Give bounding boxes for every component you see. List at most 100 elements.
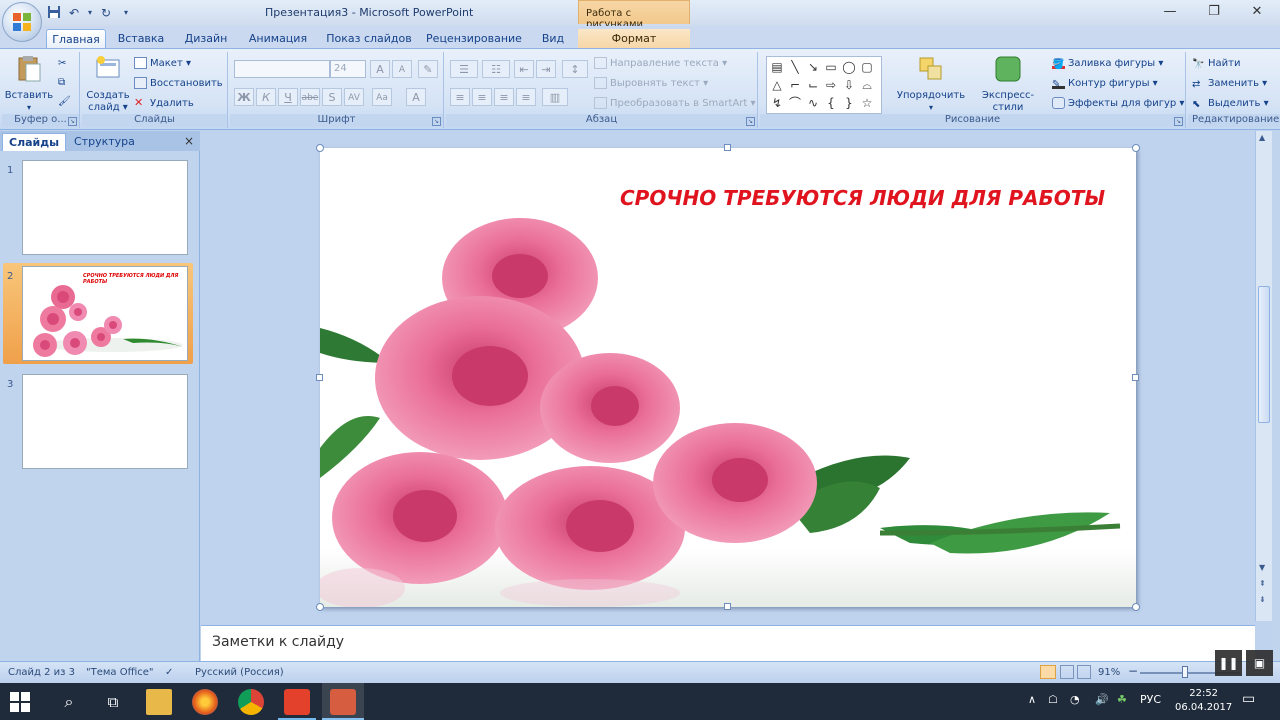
save-icon[interactable] (46, 5, 62, 21)
bullets-button[interactable]: ☰ (450, 60, 478, 78)
elbow-shape-icon[interactable]: ⌙ (805, 77, 821, 93)
reset-button[interactable]: Восстановить (134, 76, 223, 92)
line-spacing-button[interactable]: ↕ (562, 60, 588, 78)
decrease-indent-button[interactable]: ⇤ (514, 60, 534, 78)
undo-icon[interactable]: ↶ (66, 5, 82, 21)
shape-effects-button[interactable]: Эффекты для фигур ▾ (1052, 96, 1184, 112)
shapes-gallery[interactable]: ▤ ╲ ↘ ▭ ◯ ▢ △ ⌐ ⌙ ⇨ ⇩ ⌓ ↯ ⌒ ∿ { } ☆ (766, 56, 882, 114)
tab-insert[interactable]: Вставка (112, 29, 170, 48)
slide-thumbnail-3[interactable] (22, 374, 188, 469)
wifi-icon[interactable]: ◔ (1070, 693, 1080, 706)
bold-button[interactable]: Ж (234, 88, 254, 106)
clipboard-launcher[interactable]: ↘ (68, 117, 77, 126)
resize-handle-tr[interactable] (1132, 144, 1140, 152)
zoom-out-icon[interactable]: − (1128, 664, 1138, 678)
search-icon[interactable]: ⌕ (56, 689, 82, 715)
show-hidden-icons[interactable]: ∧ (1028, 693, 1036, 706)
maximize-button[interactable]: ❐ (1199, 4, 1229, 19)
line-shape-icon[interactable]: ╲ (787, 59, 803, 75)
minimize-button[interactable]: — (1155, 4, 1185, 19)
down-arrow-shape-icon[interactable]: ⇩ (841, 77, 857, 93)
numbering-button[interactable]: ☷ (482, 60, 510, 78)
slide-thumbnail-1[interactable] (22, 160, 188, 255)
align-text-button[interactable]: Выровнять текст ▾ (594, 76, 708, 92)
shadow-button[interactable]: S (322, 88, 342, 106)
curve-arrow-shape-icon[interactable]: ↯ (769, 95, 785, 111)
roses-image[interactable] (320, 148, 1136, 607)
new-slide-button[interactable]: Создать слайд ▾ (86, 54, 130, 114)
resize-handle-bl[interactable] (316, 603, 324, 611)
scrollbar-thumb[interactable] (1258, 286, 1270, 423)
rectangle-shape-icon[interactable]: ▭ (823, 59, 839, 75)
resize-handle-br[interactable] (1132, 603, 1140, 611)
grow-font-button[interactable]: A (370, 60, 390, 78)
close-panel-icon[interactable]: × (184, 134, 194, 148)
app-icon[interactable] (284, 689, 310, 715)
oval-shape-icon[interactable]: ◯ (841, 59, 857, 75)
columns-button[interactable]: ▥ (542, 88, 568, 106)
font-color-button[interactable]: A (406, 88, 426, 106)
copy-icon[interactable]: ⧉ (58, 75, 65, 91)
chrome-icon[interactable] (238, 689, 264, 715)
select-button[interactable]: ⬉ Выделить ▾ (1192, 96, 1269, 112)
layout-button[interactable]: Макет ▾ (134, 56, 191, 72)
resize-handle-r[interactable] (1132, 374, 1139, 381)
align-right-button[interactable]: ≡ (494, 88, 514, 106)
slide-title[interactable]: СРОЧНО ТРЕБУЮТСЯ ЛЮДИ ДЛЯ РАБОТЫ (620, 186, 1105, 210)
current-slide[interactable]: СРОЧНО ТРЕБУЮТСЯ ЛЮДИ ДЛЯ РАБОТЫ (320, 148, 1136, 607)
cut-icon[interactable]: ✂ (58, 56, 66, 72)
right-arrow-shape-icon[interactable]: ⇨ (823, 77, 839, 93)
tab-home[interactable]: Главная (46, 29, 106, 48)
office-button[interactable] (2, 2, 42, 42)
vertical-scrollbar[interactable]: ▲ ▼ ⇞ ⇟ (1255, 131, 1272, 621)
textbox-shape-icon[interactable]: ▤ (769, 59, 785, 75)
underline-button[interactable]: Ч (278, 88, 298, 106)
delete-slide-button[interactable]: ✕ Удалить (134, 96, 194, 112)
font-name-field[interactable] (234, 60, 330, 78)
windows-start-icon[interactable] (10, 692, 30, 712)
resize-handle-tl[interactable] (316, 144, 324, 152)
drawing-launcher[interactable]: ↘ (1174, 117, 1183, 126)
pause-icon[interactable]: ❚❚ (1215, 650, 1242, 676)
zoom-level[interactable]: 91% (1098, 667, 1120, 678)
language-status[interactable]: Русский (Россия) (195, 667, 284, 678)
align-left-button[interactable]: ≡ (450, 88, 470, 106)
increase-indent-button[interactable]: ⇥ (536, 60, 556, 78)
tab-review[interactable]: Рецензирование (424, 29, 524, 48)
sync-icon[interactable]: ☘ (1117, 693, 1127, 706)
rounded-rect-shape-icon[interactable]: ▢ (859, 59, 875, 75)
sorter-view-icon[interactable] (1060, 665, 1074, 679)
font-launcher[interactable]: ↘ (432, 117, 441, 126)
redo-icon[interactable]: ↻ (98, 5, 114, 21)
notifications-icon[interactable]: ▭ (1242, 691, 1255, 707)
shrink-font-button[interactable]: A (392, 60, 412, 78)
shape-outline-button[interactable]: ✎ Контур фигуры ▾ (1052, 76, 1158, 92)
format-painter-icon[interactable]: 🖌 (58, 94, 71, 110)
tab-design[interactable]: Дизайн (176, 29, 236, 48)
customize-qat-icon[interactable]: ▾ (118, 5, 134, 21)
volume-icon[interactable]: 🔊 (1095, 693, 1109, 706)
paragraph-launcher[interactable]: ↘ (746, 117, 755, 126)
freeform-shape-icon[interactable]: ∿ (805, 95, 821, 111)
fullscreen-icon[interactable]: ▣ (1246, 650, 1273, 676)
brace-left-shape-icon[interactable]: { (823, 95, 839, 111)
scroll-up-icon[interactable]: ▲ (1259, 133, 1265, 142)
align-center-button[interactable]: ≡ (472, 88, 492, 106)
char-spacing-button[interactable]: AV (344, 88, 364, 106)
curve-shape-icon[interactable]: ⌒ (787, 95, 803, 111)
undo-dropdown-icon[interactable]: ▾ (86, 5, 94, 21)
replace-button[interactable]: ⇄ Заменить ▾ (1192, 76, 1267, 92)
tab-format[interactable]: Формат (578, 29, 690, 48)
zoom-slider-thumb[interactable] (1182, 666, 1188, 678)
clock[interactable]: 22:52 06.04.2017 (1175, 687, 1232, 715)
slide-thumbnail-2[interactable]: СРОЧНО ТРЕБУЮТСЯ ЛЮДИ ДЛЯ РАБОТЫ (22, 266, 188, 361)
theme-name[interactable]: "Тема Office" (86, 667, 154, 678)
brace-right-shape-icon[interactable]: } (841, 95, 857, 111)
tab-slideshow[interactable]: Показ слайдов (323, 29, 415, 48)
notes-pane[interactable]: Заметки к слайду (201, 625, 1255, 661)
file-explorer-icon[interactable] (146, 689, 172, 715)
arrange-button[interactable]: Упорядочить ▾ (896, 54, 966, 114)
resize-handle-t[interactable] (724, 144, 731, 151)
normal-view-icon[interactable] (1040, 665, 1056, 679)
shape-fill-button[interactable]: 🪣 Заливка фигуры ▾ (1052, 56, 1163, 72)
